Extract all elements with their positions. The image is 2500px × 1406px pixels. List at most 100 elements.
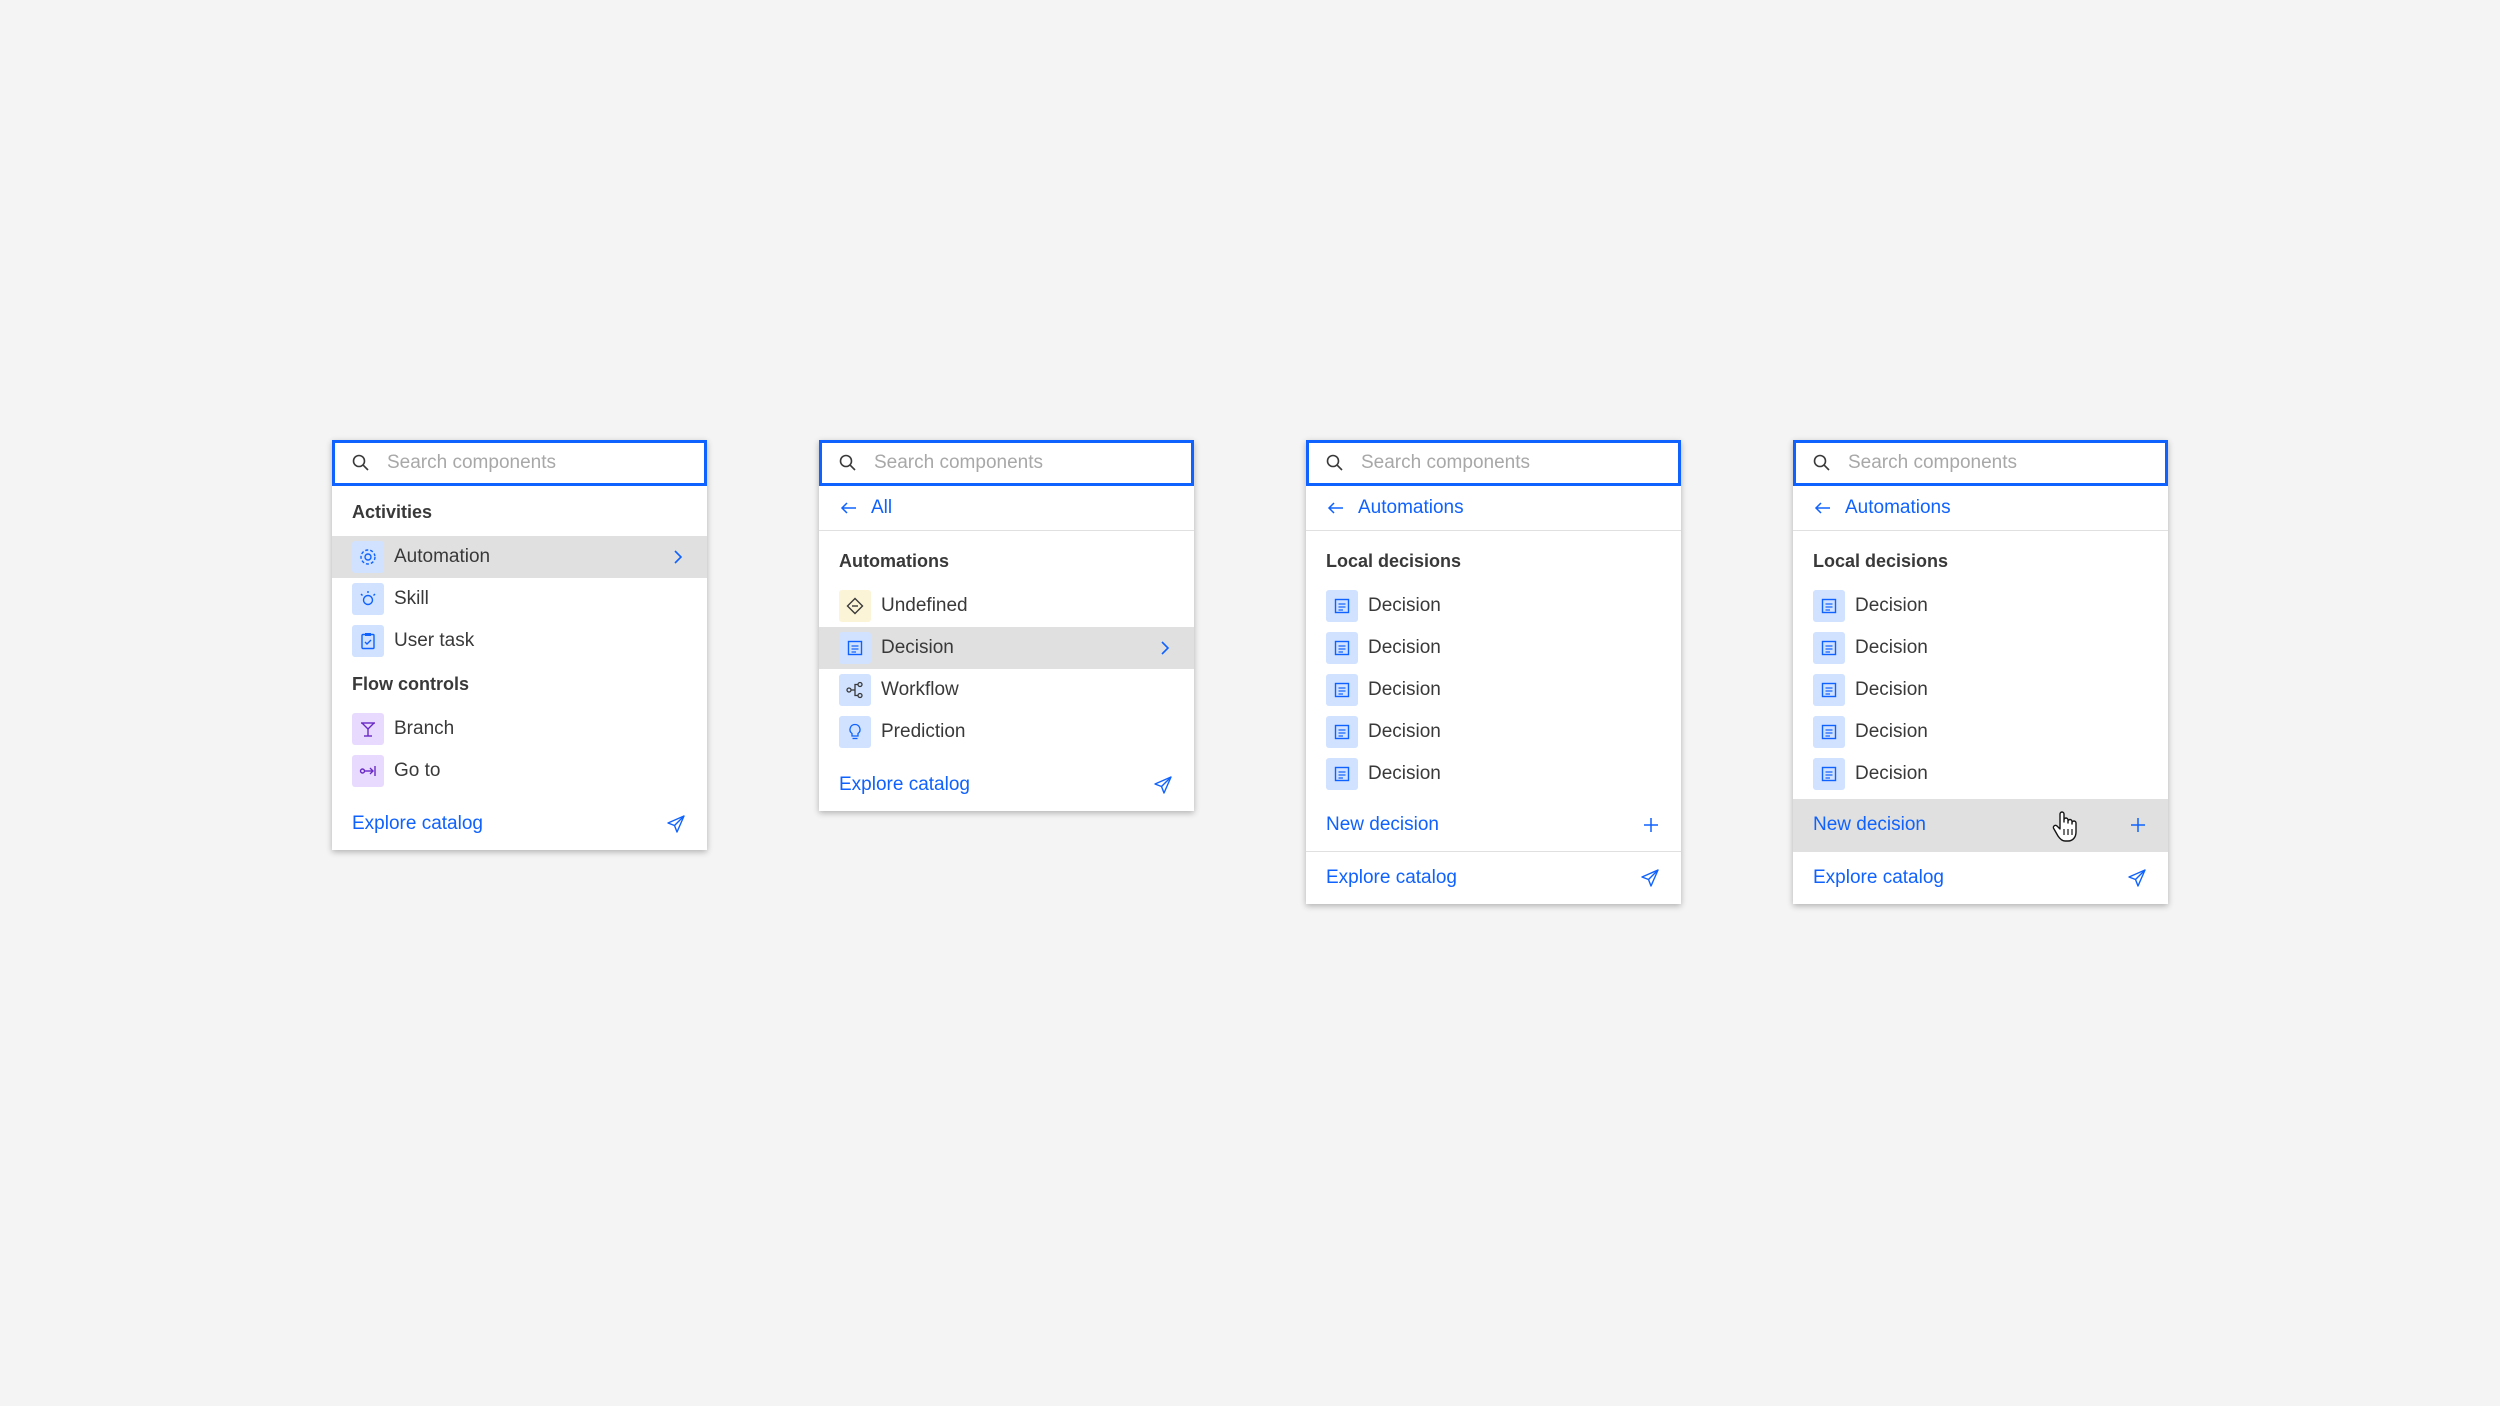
send-icon [2128,869,2146,887]
decision-icon [1326,758,1358,790]
explore-catalog-label: Explore catalog [352,813,483,834]
search-box[interactable] [819,440,1194,486]
back-label: All [871,497,893,518]
menu-item-label: Decision [1855,679,1928,700]
back-label: Automations [1845,497,1951,518]
menu-item-decision[interactable]: Decision [1306,753,1681,795]
menu-item-user-task[interactable]: User task [332,620,707,662]
decision-icon [1813,716,1845,748]
menu-item-label: Decision [881,637,954,658]
menu-item-automation[interactable]: Automation [332,536,707,578]
search-icon [352,454,369,471]
back-link-automations[interactable]: Automations [1793,486,2168,531]
menu-item-decision[interactable]: Decision [1306,627,1681,669]
section-title: Activities [352,501,433,522]
menu-item-label: Decision [1368,679,1441,700]
explore-catalog-link[interactable]: Explore catalog [1306,852,1681,904]
add-icon [2131,818,2145,832]
hand-pointer-icon [2052,811,2077,842]
search-box[interactable] [332,440,707,486]
menu-item-go-to[interactable]: Go to [332,750,707,792]
menu-item-prediction[interactable]: Prediction [819,711,1194,753]
user-task-icon [352,625,384,657]
back-link-automations[interactable]: Automations [1306,486,1681,531]
prediction-icon [839,716,871,748]
explore-catalog-link[interactable]: Explore catalog [819,759,1194,811]
menu-item-decision[interactable]: Decision [1793,627,2168,669]
search-box[interactable] [1306,440,1681,486]
menu-item-decision[interactable]: Decision [819,627,1194,669]
menu-item-workflow[interactable]: Workflow [819,669,1194,711]
automation-icon [352,541,384,573]
new-decision-button[interactable]: New decision [1306,799,1681,851]
menu-item-label: Branch [394,718,455,739]
search-icon [1813,454,1830,471]
menu-item-label: Decision [1368,763,1441,784]
branch-icon [352,713,384,745]
menu-item-branch[interactable]: Branch [332,708,707,750]
menu-item-decision[interactable]: Decision [1306,711,1681,753]
menu-item-decision[interactable]: Decision [1306,585,1681,627]
component-picker-activities: Activities Automation Skill User task Fl… [332,440,707,850]
search-icon [1326,454,1343,471]
explore-catalog-label: Explore catalog [1326,867,1457,888]
skill-icon [352,583,384,615]
section-title: Local decisions [1813,550,1949,571]
search-box[interactable] [1793,440,2168,486]
explore-catalog-label: Explore catalog [1813,867,1944,888]
menu-item-label: Decision [1855,721,1928,742]
decision-icon [1326,716,1358,748]
decision-icon [1813,632,1845,664]
menu-item-decision[interactable]: Decision [1793,753,2168,795]
send-icon [667,815,685,833]
new-decision-button[interactable]: New decision [1793,799,2168,851]
menu-item-skill[interactable]: Skill [332,578,707,620]
menu-item-label: Decision [1855,637,1928,658]
undefined-icon [839,590,871,622]
search-icon [839,454,856,471]
send-icon [1641,869,1659,887]
go-to-icon [352,755,384,787]
decision-icon [1813,758,1845,790]
decision-icon [1326,590,1358,622]
decision-icon [1813,590,1845,622]
menu-item-decision[interactable]: Decision [1793,669,2168,711]
explore-catalog-link[interactable]: Explore catalog [1793,852,2168,904]
section-title: Local decisions [1326,550,1462,571]
decision-icon [1813,674,1845,706]
menu-item-label: Decision [1855,763,1928,784]
menu-item-label: Automation [394,546,491,567]
new-decision-label: New decision [1813,814,1926,835]
arrow-left-icon [1814,502,1830,514]
menu-item-decision[interactable]: Decision [1793,585,2168,627]
chevron-right-icon [1161,641,1170,655]
chevron-right-icon [674,550,683,564]
component-picker-local-decisions: Automations Local decisions Decision Dec… [1306,440,1681,904]
decision-icon [1326,632,1358,664]
menu-item-label: Decision [1855,595,1928,616]
component-picker-local-decisions-hover: Automations Local decisions Decision Dec… [1793,440,2168,904]
arrow-left-icon [1327,502,1343,514]
decision-icon [839,632,871,664]
section-title: Automations [839,550,949,571]
menu-item-label: Decision [1368,637,1441,658]
workflow-icon [839,674,871,706]
menu-item-label: Undefined [881,595,968,616]
arrow-left-icon [840,502,856,514]
search-input[interactable] [385,451,689,475]
menu-item-label: Decision [1368,721,1441,742]
decision-icon [1326,674,1358,706]
search-input[interactable] [1846,451,2150,475]
search-input[interactable] [1359,451,1663,475]
add-icon [1644,818,1658,832]
back-link-all[interactable]: All [819,486,1194,531]
menu-item-decision[interactable]: Decision [1306,669,1681,711]
send-icon [1154,776,1172,794]
explore-catalog-label: Explore catalog [839,774,970,795]
menu-item-decision[interactable]: Decision [1793,711,2168,753]
menu-item-label: Workflow [881,679,959,700]
new-decision-label: New decision [1326,814,1439,835]
search-input[interactable] [872,451,1176,475]
explore-catalog-link[interactable]: Explore catalog [332,798,707,850]
menu-item-undefined[interactable]: Undefined [819,585,1194,627]
